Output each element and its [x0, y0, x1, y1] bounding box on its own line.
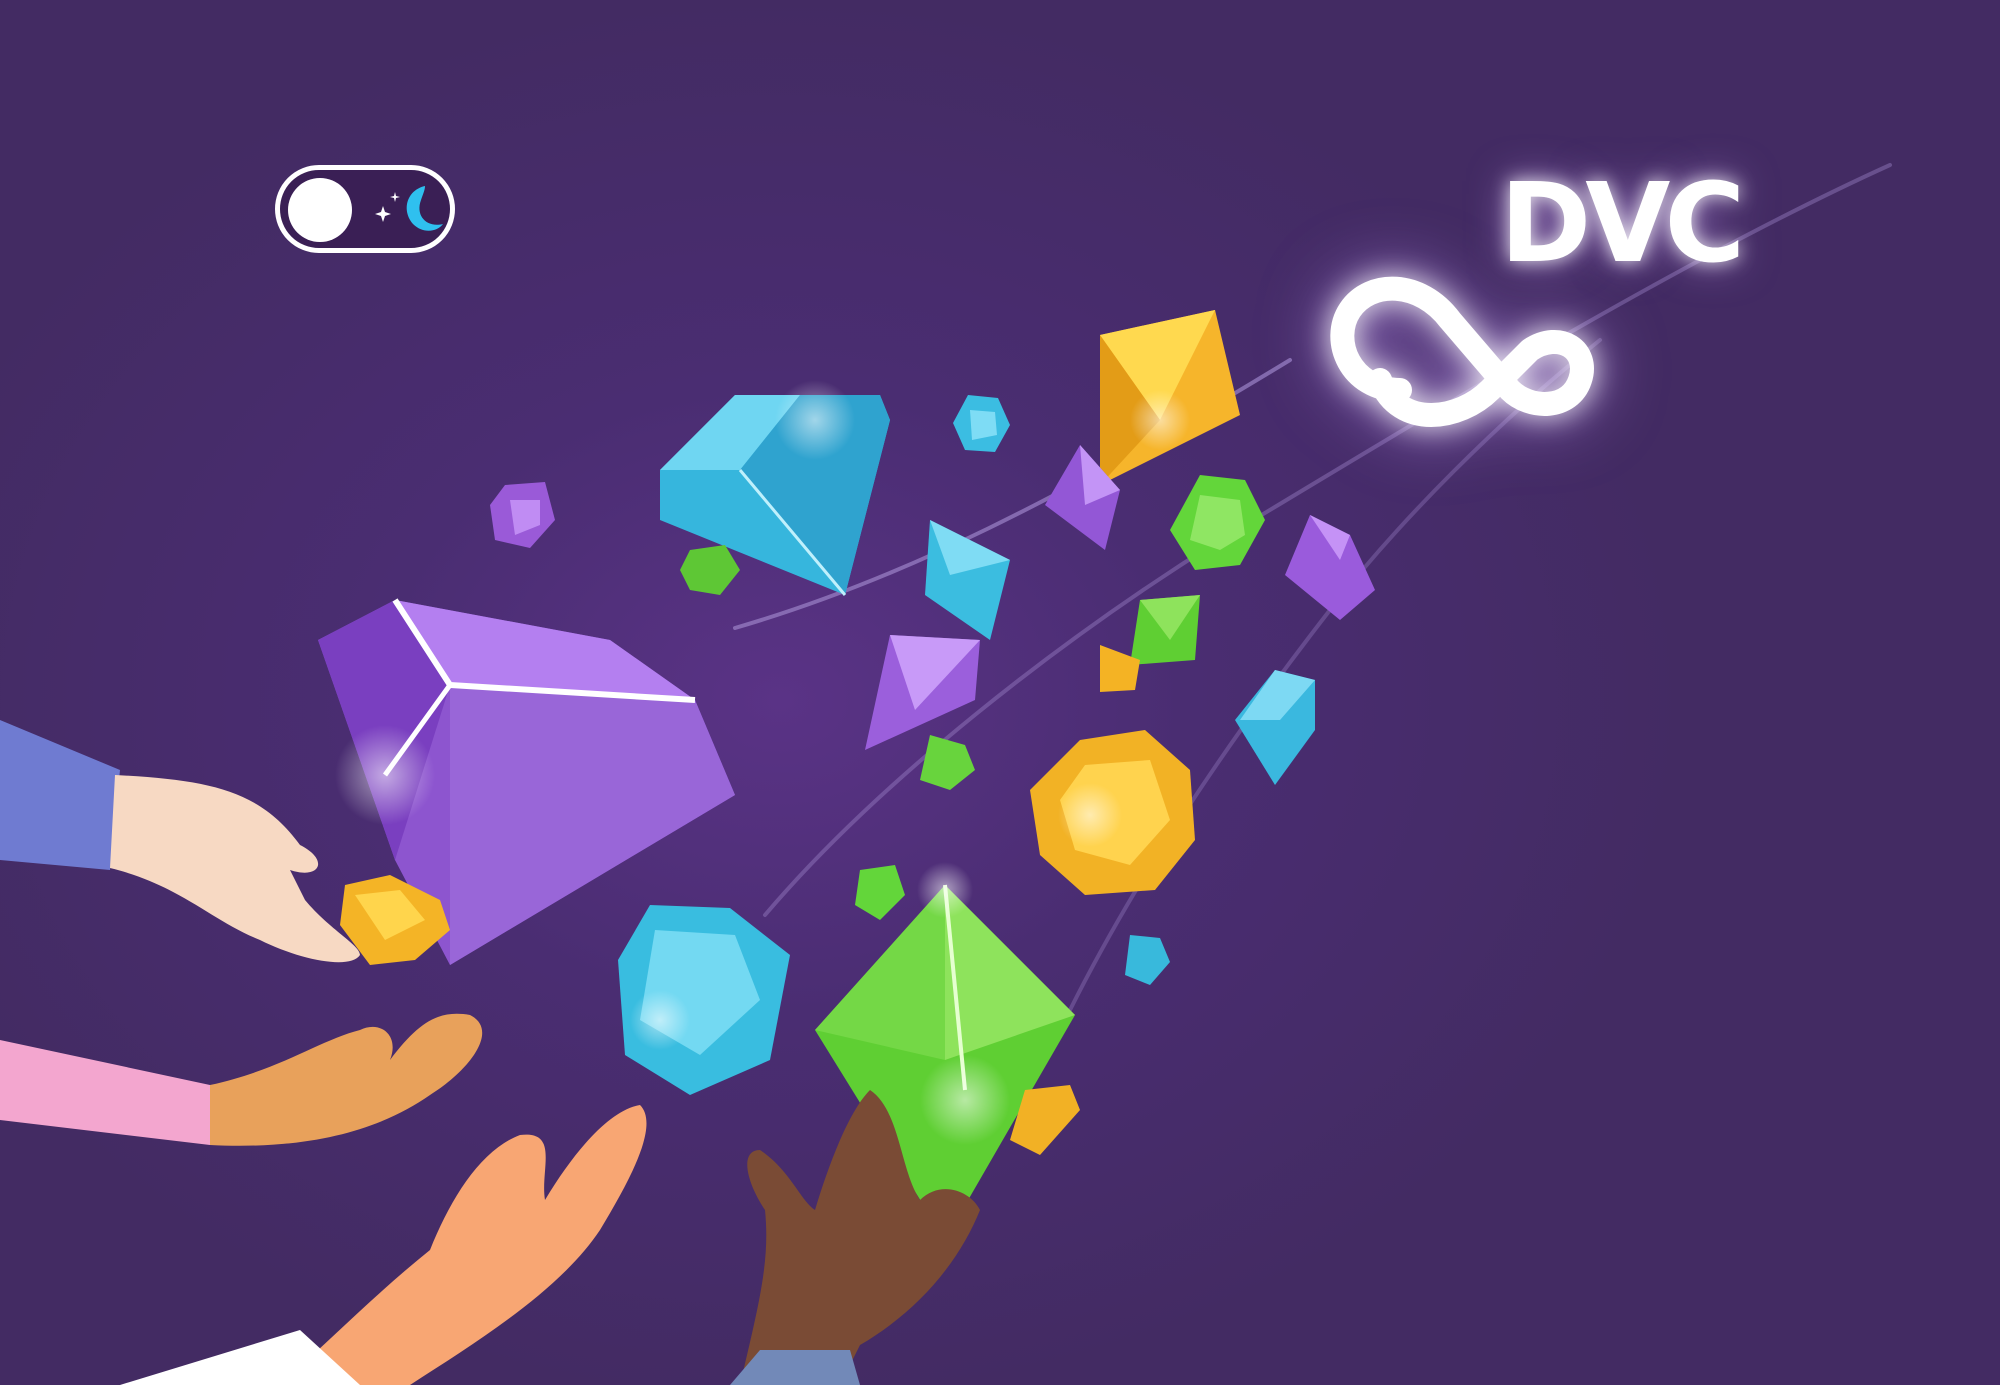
cyan-small-bottom-gem — [1125, 935, 1170, 985]
yellow-round-gem — [1030, 730, 1195, 895]
yellow-pyramid-gem — [1100, 310, 1240, 485]
green-small-bottom-gem — [855, 865, 905, 920]
purple-pyramid-gem-mid — [865, 635, 980, 750]
cyan-right-gem — [1235, 670, 1315, 785]
hand-top-left — [0, 720, 360, 963]
theme-toggle[interactable] — [275, 165, 455, 253]
small-purple-hex-gem — [490, 482, 555, 548]
green-small-low-gem — [920, 735, 975, 790]
green-hexagon-gem — [1170, 475, 1265, 570]
illustration-canvas: DVC — [0, 0, 2000, 1385]
hand-middle-left — [0, 1013, 483, 1146]
dvc-logo-text: DVC — [1500, 159, 1745, 287]
small-cyan-hex-gem — [953, 395, 1010, 452]
purple-right-gem — [1285, 515, 1375, 620]
green-mid-gem — [1130, 595, 1200, 665]
sun-knob-icon — [288, 178, 352, 242]
hand-bottom-left — [120, 1105, 647, 1385]
cyan-hexagon-gem — [618, 905, 790, 1095]
crescent-moon-icon — [375, 186, 443, 231]
small-green-gem — [680, 545, 740, 595]
